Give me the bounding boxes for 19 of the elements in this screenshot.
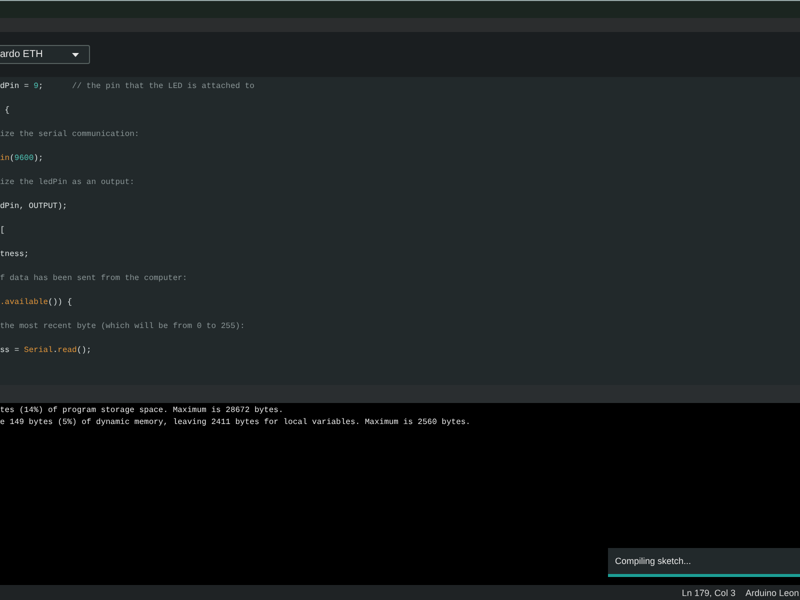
code-line: [ <box>0 225 6 237</box>
code-line: dPin = 9; // the pin that the LED is attached to <box>0 81 256 93</box>
code-line: f data has been sent from the computer: <box>0 273 188 285</box>
code-line: dPin, OUTPUT); <box>0 201 68 213</box>
output-line: tes (14%) of program storage space. Maximum is 28672 bytes. <box>0 405 284 417</box>
board-selector[interactable]: ardo ETH <box>0 45 90 64</box>
code-line: the most recent byte (which will be from 0 to 255): <box>0 321 246 333</box>
code-line: ize the serial communication: <box>0 129 140 141</box>
code-line: tness; <box>0 249 30 261</box>
caret-icon <box>72 52 79 56</box>
output-line: e 149 bytes (5%) of dynamic memory, leaving 2411 bytes for local variables. Maximum is 2560 bytes. <box>0 417 472 429</box>
board-name: Arduino Leon <box>745 588 799 598</box>
cursor-position: Ln 179, Col 3 <box>682 588 736 598</box>
code-line: ize the ledPin as an output: <box>0 177 136 189</box>
code-line: .available()) { <box>0 297 74 309</box>
code-line: in(9600); <box>0 153 44 165</box>
code-line: ss = Serial.read(); <box>0 345 92 357</box>
notification-text: Compiling sketch... <box>614 555 692 566</box>
code-line: { <box>4 105 11 117</box>
